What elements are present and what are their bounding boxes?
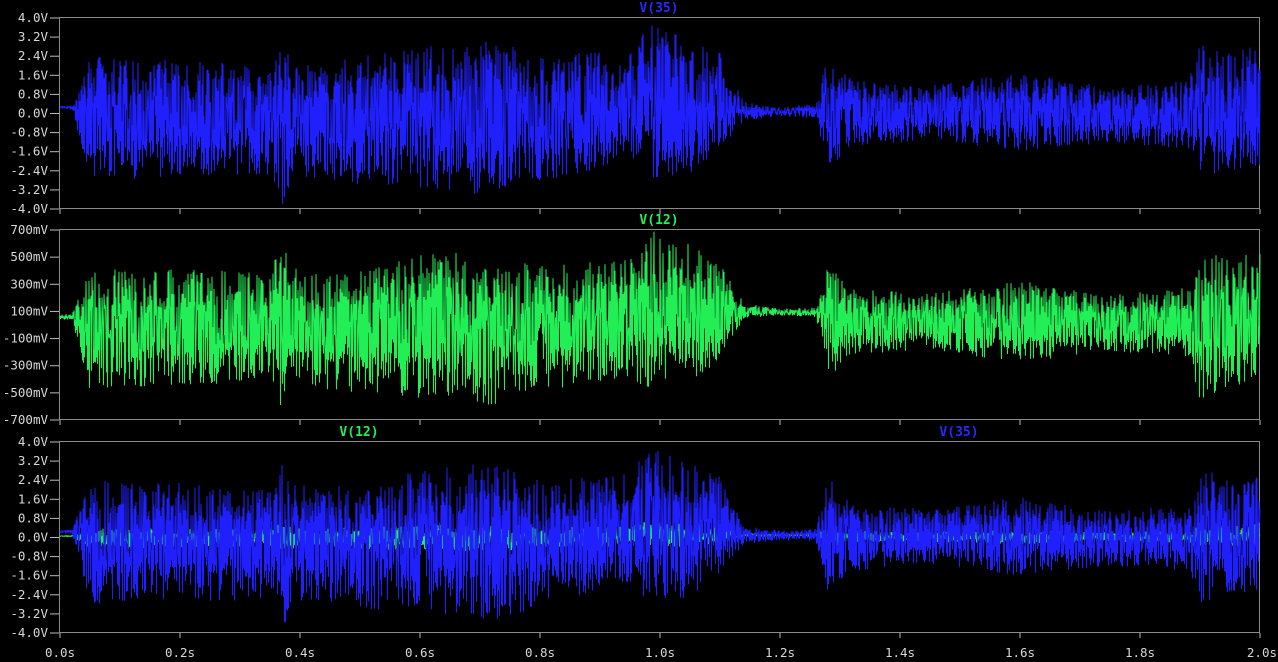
- x-tick-label: 0.4s: [285, 645, 315, 660]
- plot-pane-v12[interactable]: 700mV 500mV 300mV 100mV -100mV -300mV -500mV -7…: [3, 213, 1261, 427]
- x-tick-label: 2.0s: [1247, 645, 1277, 660]
- y-tick-label: -4.0V: [10, 625, 48, 640]
- x-tick-label: 0.6s: [405, 645, 435, 660]
- y-tick-label: -2.4V: [10, 163, 48, 178]
- legend-label-v35[interactable]: V(35): [939, 425, 978, 440]
- y-tick-label: -1.6V: [10, 568, 48, 583]
- y-tick-label: 1.6V: [18, 491, 49, 506]
- x-tick-label: 1.6s: [1005, 645, 1035, 660]
- x-tick-label: 1.8s: [1125, 645, 1155, 660]
- y-tick-label: -0.8V: [10, 549, 48, 564]
- y-tick-label: 0.0V: [18, 530, 49, 545]
- y-tick-label: -3.2V: [10, 606, 48, 621]
- x-tick-label: 0.0s: [45, 645, 75, 660]
- x-tick-label: 1.2s: [765, 645, 795, 660]
- y-axis-ticks: 4.0V 3.2V 2.4V 1.6V 0.8V 0.0V -0.8V -1.6V -2.4V -…: [10, 10, 59, 216]
- x-tick-label: 0.2s: [165, 645, 195, 660]
- waveform-plots: 4.0V 3.2V 2.4V 1.6V 0.8V 0.0V -0.8V -1.6V -2.4V -…: [3, 1, 1277, 660]
- y-tick-label: -100mV: [3, 331, 49, 346]
- y-tick-label: 0.8V: [18, 86, 49, 101]
- y-tick-label: -300mV: [3, 358, 49, 373]
- y-tick-label: -1.6V: [10, 144, 48, 159]
- y-tick-label: 700mV: [10, 222, 48, 237]
- plot-title-v35[interactable]: V(35): [639, 1, 678, 16]
- y-tick-label: 1.6V: [18, 67, 49, 82]
- plot-pane-combined[interactable]: 4.0V 3.2V 2.4V 1.6V 0.8V 0.0V -0.8V -1.6V -2.4V -…: [10, 425, 1261, 640]
- y-tick-label: 0.0V: [18, 106, 49, 121]
- y-tick-label: 300mV: [10, 276, 48, 291]
- y-tick-label: 2.4V: [18, 48, 49, 63]
- y-tick-label: -2.4V: [10, 587, 48, 602]
- y-tick-label: 0.8V: [18, 510, 49, 525]
- y-tick-label: -500mV: [3, 385, 49, 400]
- plot-title-v12[interactable]: V(12): [639, 213, 678, 228]
- y-tick-label: 2.4V: [18, 472, 49, 487]
- x-tick-label: 1.4s: [885, 645, 915, 660]
- y-tick-label: 100mV: [10, 303, 48, 318]
- x-tick-label: 0.8s: [525, 645, 555, 660]
- legend-label-v12[interactable]: V(12): [339, 425, 378, 440]
- y-tick-label: -4.0V: [10, 201, 48, 216]
- y-tick-label: -3.2V: [10, 182, 48, 197]
- y-tick-label: -0.8V: [10, 125, 48, 140]
- x-tick-label: 1.0s: [645, 645, 675, 660]
- y-tick-label: 500mV: [10, 249, 48, 264]
- y-tick-label: -700mV: [3, 412, 49, 427]
- y-tick-label: 3.2V: [18, 29, 49, 44]
- plot-pane-v35[interactable]: 4.0V 3.2V 2.4V 1.6V 0.8V 0.0V -0.8V -1.6V -2.4V -…: [10, 1, 1261, 216]
- y-tick-label: 4.0V: [18, 10, 49, 25]
- y-axis-ticks: 700mV 500mV 300mV 100mV -100mV -300mV -500mV -7…: [3, 222, 59, 427]
- y-axis-ticks: 4.0V 3.2V 2.4V 1.6V 0.8V 0.0V -0.8V -1.6V -2.4V -…: [10, 434, 59, 640]
- y-tick-label: 3.2V: [18, 453, 49, 468]
- y-tick-label: 4.0V: [18, 434, 49, 449]
